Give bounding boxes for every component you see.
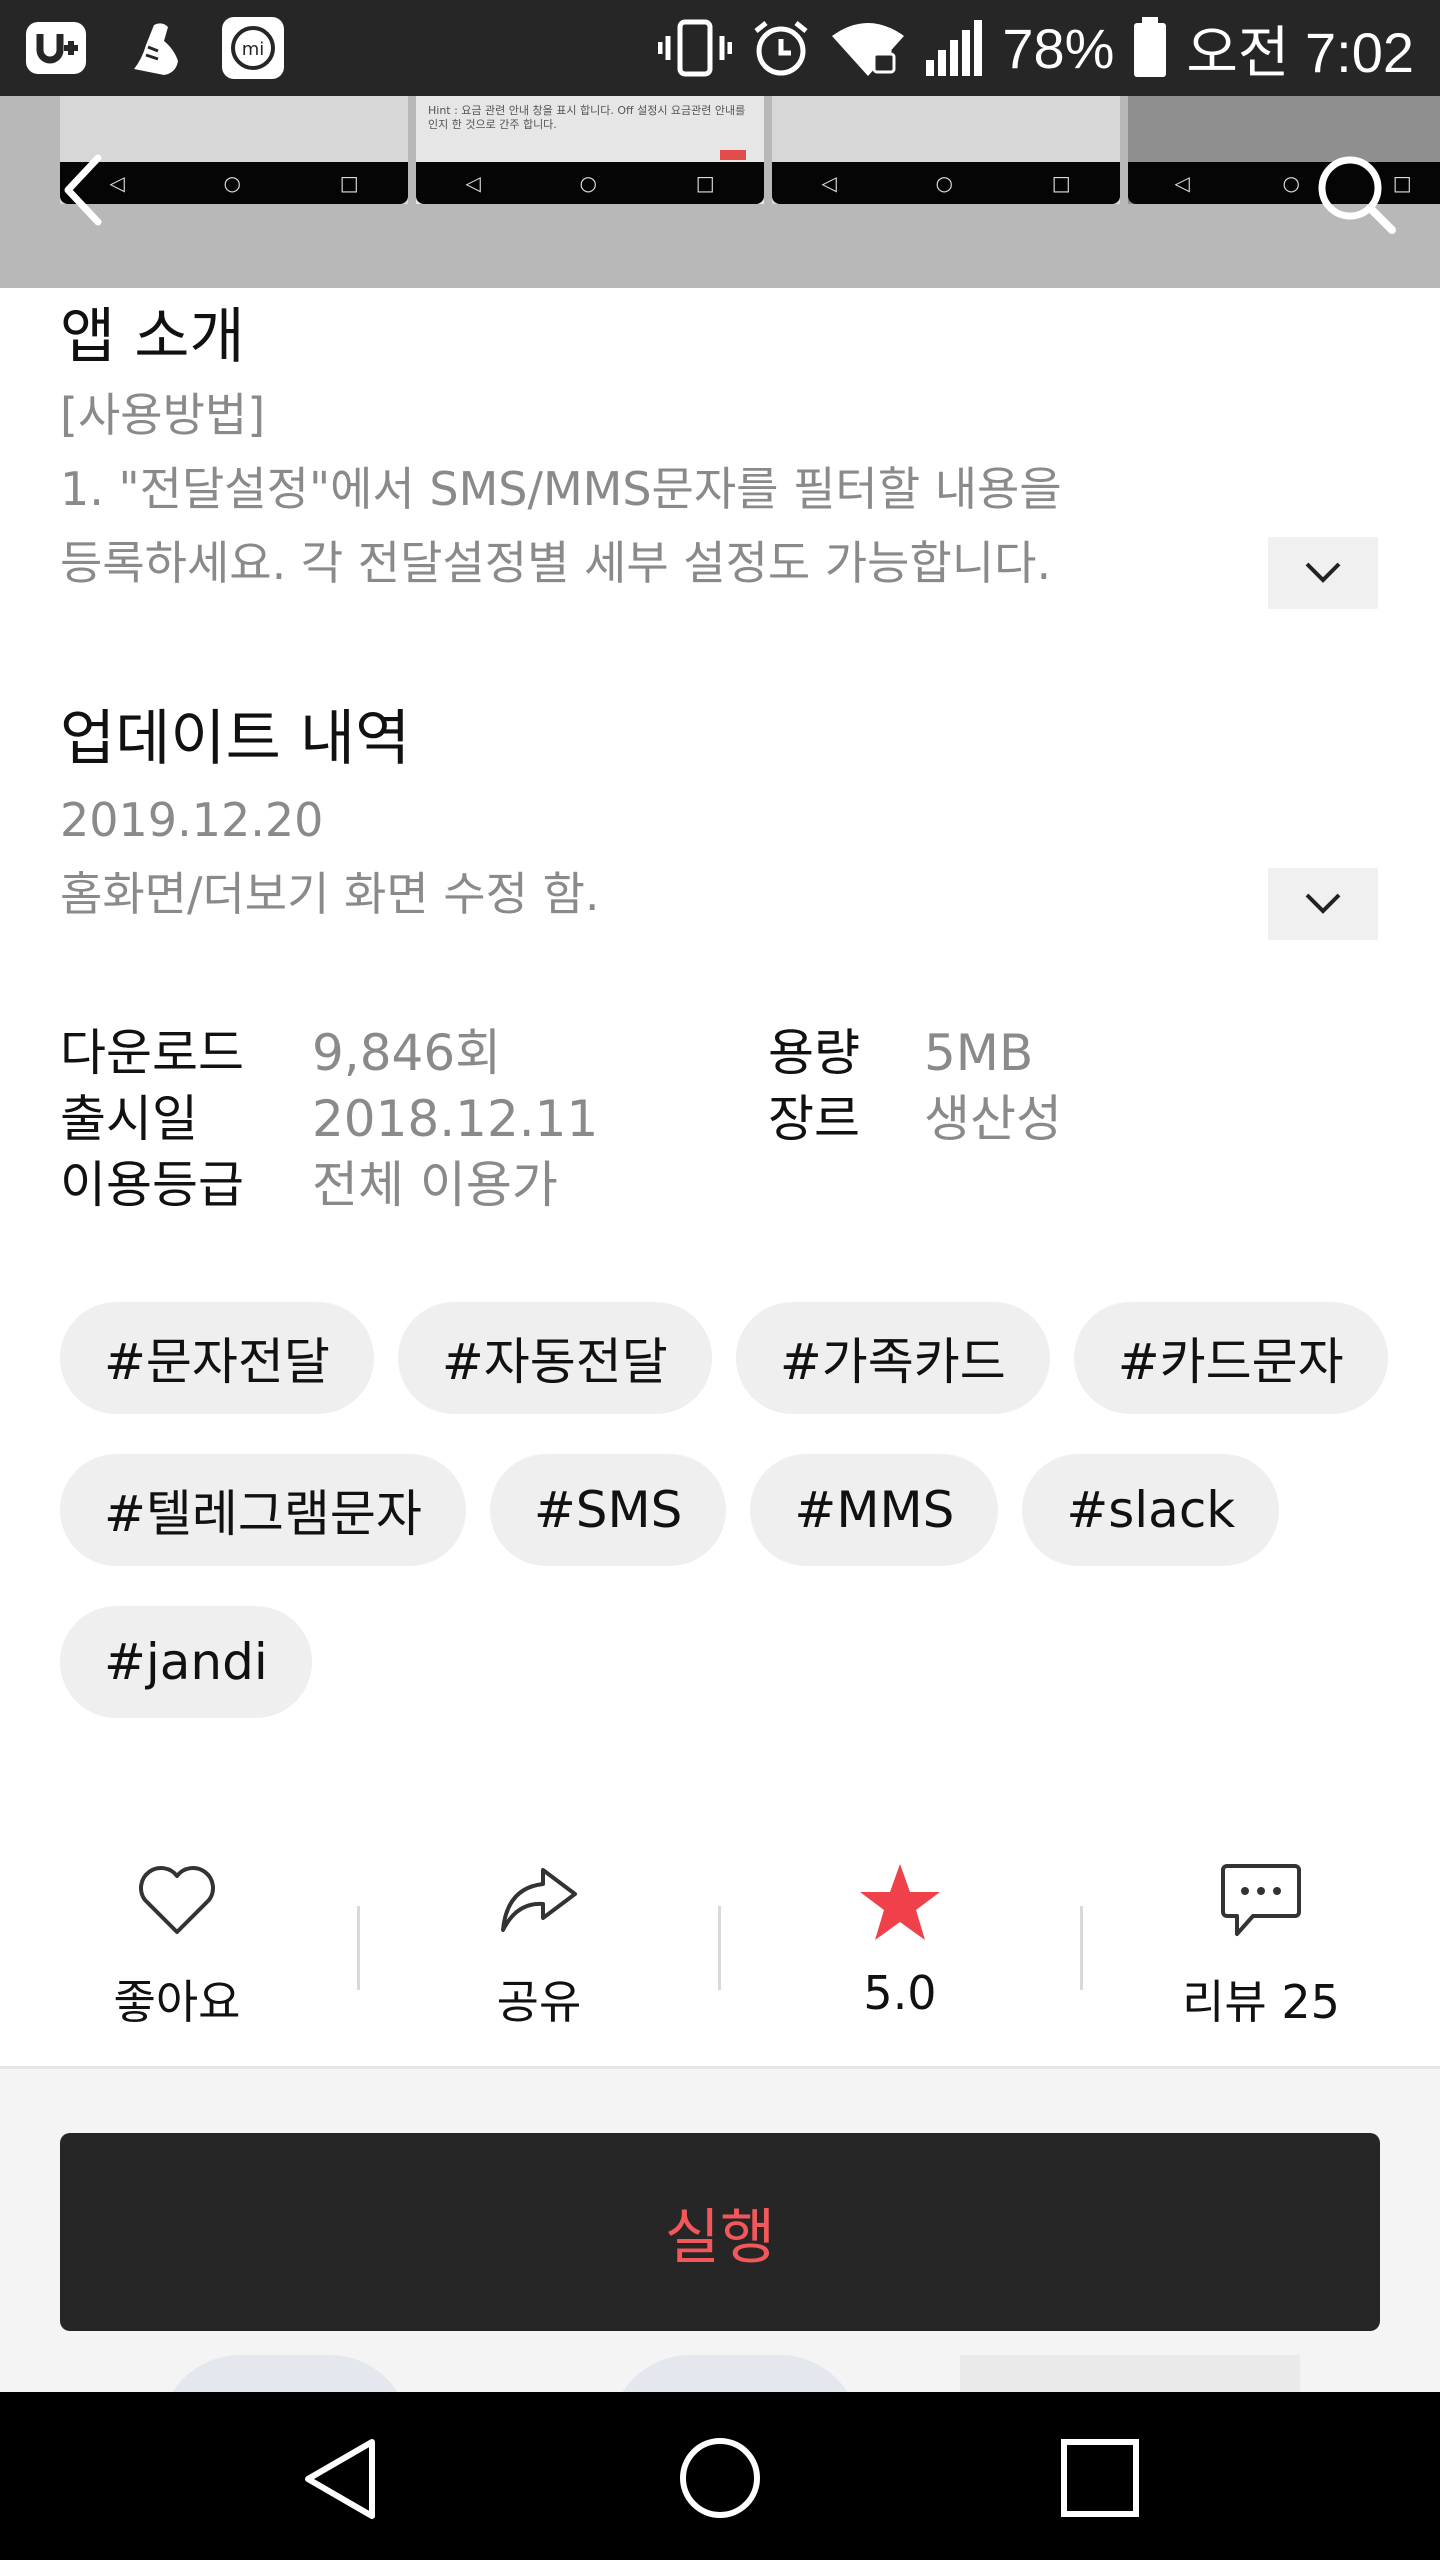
tag-chip[interactable]: #SMS: [489, 1454, 727, 1566]
thumb-red-mark: [720, 150, 746, 160]
age-rating-label: 이용등급: [60, 1156, 244, 1214]
tag-chip[interactable]: #텔레그램문자: [60, 1454, 466, 1566]
reviews-button[interactable]: 리뷰 25: [1136, 1862, 1386, 2032]
chevron-down-icon: [1305, 893, 1341, 914]
size-value: 5MB: [924, 1024, 1034, 1082]
run-bar: 실행: [0, 2066, 1440, 2392]
tag-chip[interactable]: #MMS: [750, 1454, 999, 1566]
screenshot-thumb[interactable]: Hint : 요금 관련 안내 창을 표시 합니다. Off 설정시 요금관련 …: [416, 96, 764, 204]
screenshot-hint-text: Hint : 요금 관련 안내 창을 표시 합니다. Off 설정시 요금관련 …: [428, 104, 746, 131]
update-history-title: 업데이트 내역: [60, 704, 411, 774]
screenshot-thumb[interactable]: ◁ ○ □: [772, 96, 1120, 204]
tag-chip[interactable]: #jandi: [60, 1606, 312, 1718]
tag-chip[interactable]: #카드문자: [1073, 1302, 1388, 1414]
action-divider: [718, 1906, 721, 1990]
thumb-nav-bar: ◁ ○ □: [772, 162, 1120, 204]
vibrate-icon: [658, 19, 733, 77]
battery-icon: [1134, 17, 1167, 77]
downloads-value: 9,846회: [312, 1024, 502, 1082]
status-notification-icons: mi: [24, 14, 286, 82]
background-peek: [160, 2355, 410, 2392]
chat-bubble-icon: [1221, 1864, 1301, 1936]
heart-icon: [139, 1866, 215, 1934]
battery-percent: 78%: [1002, 16, 1115, 80]
svg-text:mi: mi: [242, 39, 265, 60]
update-expand-button[interactable]: [1268, 868, 1378, 940]
tag-list: #문자전달 #자동전달 #가족카드 #카드문자 #텔레그램문자 #SMS #MM…: [60, 1302, 1390, 1718]
status-system-icons: 78% 오전 7:02: [658, 0, 1414, 96]
nav-home-icon[interactable]: [678, 2436, 762, 2520]
genre-label: 장르: [768, 1090, 860, 1148]
size-label: 용량: [768, 1024, 860, 1082]
signal-icon: [926, 20, 983, 76]
mi-fit-app-icon: mi: [222, 17, 284, 79]
share-icon: [501, 1868, 577, 1932]
back-arrow-icon[interactable]: [54, 150, 114, 230]
status-bar: mi 78% 오전 7:02: [0, 0, 1440, 96]
star-icon: [860, 1864, 940, 1940]
share-button[interactable]: 공유: [414, 1862, 664, 2032]
system-nav-bar: [0, 2392, 1440, 2560]
action-divider: [357, 1906, 360, 1990]
screenshot-carousel[interactable]: ◁ ○ □ Hint : 요금 관련 안내 창을 표시 합니다. Off 설정시 요…: [0, 96, 1440, 288]
genre-value: 생산성: [924, 1090, 1062, 1148]
action-divider: [1080, 1906, 1083, 1990]
app-intro-line: [사용방법]: [60, 388, 266, 442]
background-peek: [960, 2355, 1300, 2392]
tag-chip[interactable]: #slack: [1022, 1454, 1280, 1566]
thumb-nav-bar: ◁ ○ □: [416, 162, 764, 204]
downloads-label: 다운로드: [60, 1024, 244, 1082]
tag-chip[interactable]: #문자전달: [60, 1302, 374, 1414]
background-peek: [610, 2355, 860, 2392]
status-time: 오전 7:02: [1186, 20, 1414, 84]
nav-recents-icon[interactable]: [1060, 2438, 1140, 2518]
app-intro-line: 1. "전달설정"에서 SMS/MMS문자를 필터할 내용을: [60, 462, 1062, 516]
update-text: 홈화면/더보기 화면 수정 함.: [60, 867, 600, 921]
release-date-value: 2018.12.11: [312, 1090, 599, 1148]
search-icon[interactable]: [1310, 150, 1400, 234]
update-date: 2019.12.20: [60, 793, 324, 847]
rating-score: 5.0: [863, 1966, 937, 2020]
like-label: 좋아요: [113, 1975, 241, 2029]
tag-chip[interactable]: #자동전달: [397, 1302, 712, 1414]
tag-chip[interactable]: #가족카드: [735, 1302, 1050, 1414]
reviews-label: 리뷰 25: [1182, 1975, 1340, 2029]
share-label: 공유: [496, 1975, 582, 2029]
app-intro-title: 앱 소개: [60, 302, 245, 372]
u-plus-app-icon: [26, 22, 86, 74]
nav-back-icon[interactable]: [300, 2436, 380, 2522]
intro-expand-button[interactable]: [1268, 537, 1378, 609]
run-button[interactable]: 실행: [60, 2133, 1380, 2331]
like-button[interactable]: 좋아요: [52, 1862, 302, 2032]
wifi-icon: [832, 23, 905, 76]
release-date-label: 출시일: [60, 1090, 198, 1148]
app-intro-line: 등록하세요. 각 전달설정별 세부 설정도 가능합니다.: [60, 536, 1052, 590]
app-intro-text: [사용방법] 1. "전달설정"에서 SMS/MMS문자를 필터할 내용을 등록…: [60, 378, 1240, 600]
alarm-icon: [754, 21, 808, 76]
age-rating-value: 전체 이용가: [312, 1156, 558, 1214]
chevron-down-icon: [1305, 562, 1341, 583]
running-shoe-icon: [134, 23, 178, 75]
rating-button[interactable]: 5.0: [775, 1862, 1025, 2032]
